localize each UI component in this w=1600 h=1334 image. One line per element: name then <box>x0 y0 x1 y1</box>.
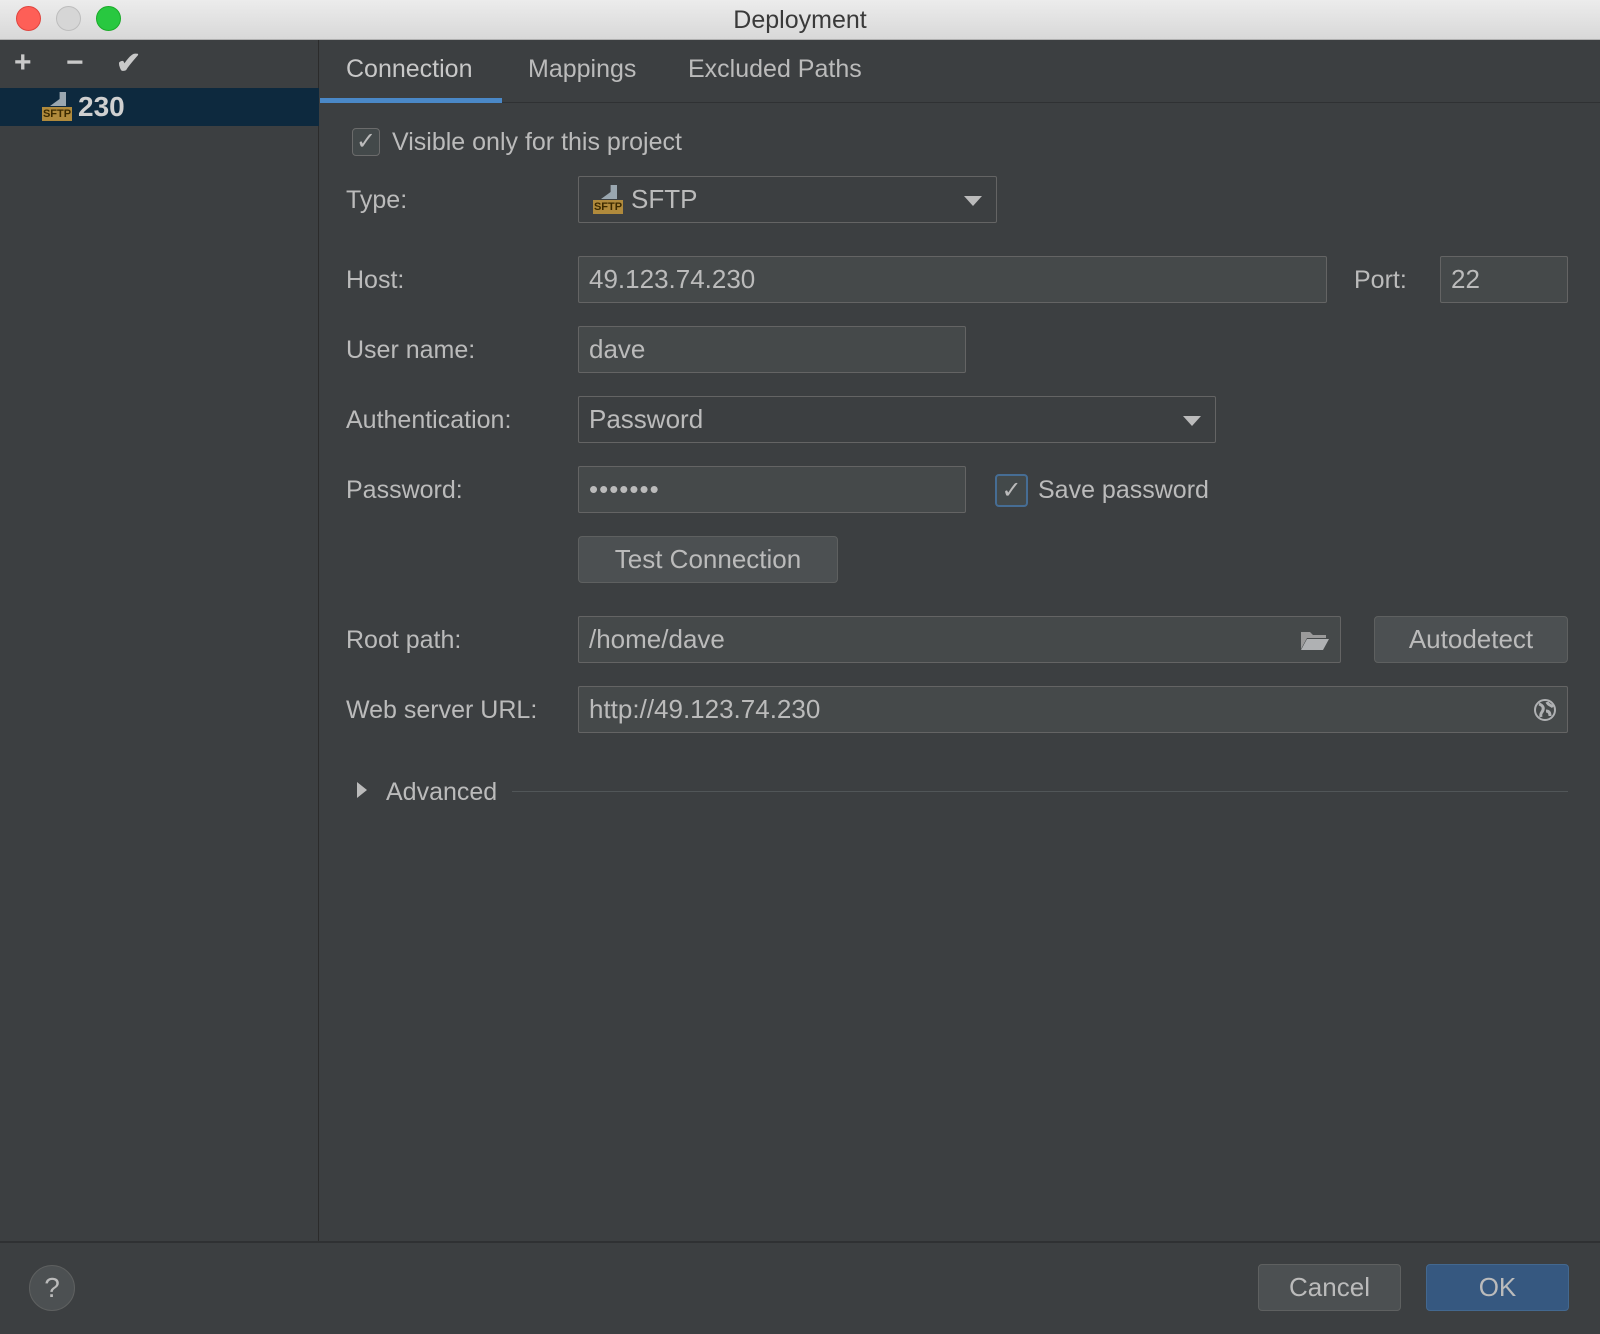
authentication-value: Password <box>589 404 704 434</box>
web-server-url-label: Web server URL: <box>346 696 538 724</box>
root-path-value: /home/dave <box>589 624 725 654</box>
server-list-item[interactable]: SFTP 230 <box>0 88 319 126</box>
help-button[interactable]: ? <box>29 1265 75 1311</box>
type-dropdown[interactable]: SFTP SFTP <box>578 176 997 223</box>
cancel-button[interactable]: Cancel <box>1258 1264 1401 1311</box>
ok-button[interactable]: OK <box>1426 1264 1569 1311</box>
footer-divider <box>0 1241 1600 1243</box>
type-value: SFTP <box>631 184 698 214</box>
active-tab-indicator <box>320 98 502 103</box>
tab-divider <box>320 102 1600 103</box>
folder-icon[interactable] <box>1300 629 1330 651</box>
port-input[interactable]: 22 <box>1440 256 1568 303</box>
server-name: 230 <box>78 91 125 122</box>
visible-only-label: Visible only for this project <box>392 128 682 156</box>
authentication-dropdown[interactable]: Password <box>578 396 1216 443</box>
web-server-url-input[interactable]: http://49.123.74.230 <box>578 686 1568 733</box>
password-input[interactable]: ••••••• <box>578 466 966 513</box>
web-server-url-value: http://49.123.74.230 <box>589 694 821 724</box>
sftp-icon: SFTP <box>593 185 623 215</box>
password-label: Password: <box>346 476 463 504</box>
username-input[interactable]: dave <box>578 326 966 373</box>
autodetect-button[interactable]: Autodetect <box>1374 616 1568 663</box>
server-list-panel: + − ✔ SFTP 230 <box>0 40 319 1242</box>
window-title: Deployment <box>733 6 867 34</box>
root-path-label: Root path: <box>346 626 462 654</box>
username-label: User name: <box>346 336 476 364</box>
advanced-divider <box>512 791 1568 792</box>
visible-only-checkbox[interactable]: ✓ <box>352 128 380 156</box>
save-password-checkbox[interactable]: ✓ <box>995 474 1028 507</box>
authentication-label: Authentication: <box>346 406 512 434</box>
test-connection-button[interactable]: Test Connection <box>578 536 838 583</box>
globe-icon[interactable] <box>1533 698 1557 722</box>
chevron-down-icon <box>1183 416 1201 426</box>
apply-check-icon[interactable]: ✔ <box>116 46 141 81</box>
save-password-label: Save password <box>1038 476 1209 504</box>
tab-mappings[interactable]: Mappings <box>528 55 636 84</box>
tab-excluded-paths[interactable]: Excluded Paths <box>688 55 862 84</box>
expand-triangle-icon[interactable] <box>357 782 367 798</box>
tab-connection[interactable]: Connection <box>346 55 472 84</box>
title-bar: Deployment <box>0 0 1600 40</box>
add-icon[interactable]: + <box>14 46 32 80</box>
type-label: Type: <box>346 186 408 214</box>
host-label: Host: <box>346 266 405 294</box>
remove-icon[interactable]: − <box>66 46 84 80</box>
advanced-section-toggle[interactable]: Advanced <box>386 778 497 807</box>
sftp-icon: SFTP <box>42 92 72 122</box>
port-label: Port: <box>1354 266 1407 294</box>
host-input[interactable]: 49.123.74.230 <box>578 256 1327 303</box>
root-path-input[interactable]: /home/dave <box>578 616 1341 663</box>
chevron-down-icon <box>964 196 982 206</box>
